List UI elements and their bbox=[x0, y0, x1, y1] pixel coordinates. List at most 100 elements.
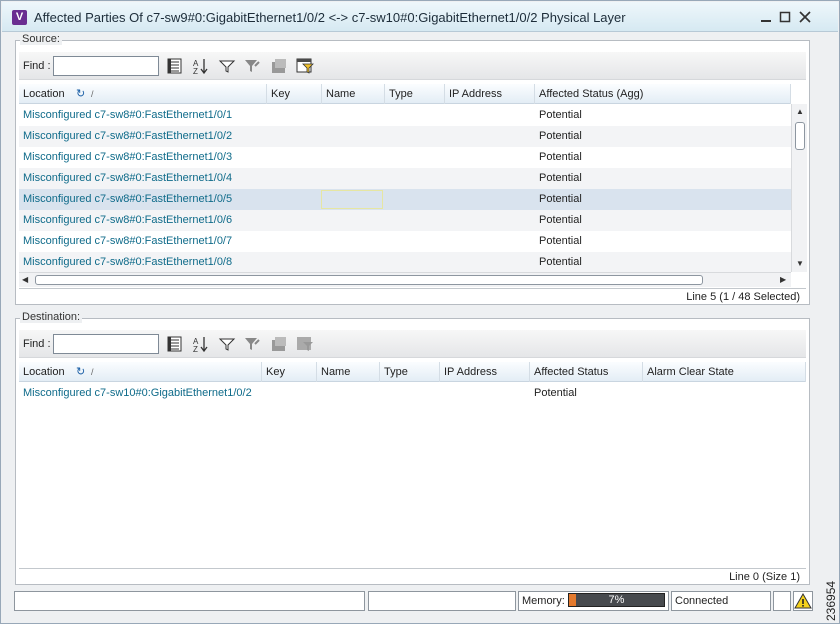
location-cell[interactable]: Misconfigured c7-sw8#0:FastEthernet1/0/2 bbox=[19, 126, 267, 147]
table-row[interactable]: Misconfigured c7-sw10#0:GigabitEthernet1… bbox=[19, 383, 806, 404]
key-cell bbox=[267, 210, 322, 231]
destination-col-name[interactable]: Name bbox=[317, 362, 380, 382]
export-icon[interactable] bbox=[270, 57, 288, 75]
export-icon[interactable] bbox=[270, 335, 288, 353]
sort-az-icon[interactable]: AZ bbox=[192, 335, 210, 353]
title-bar[interactable]: V Affected Parties Of c7-sw9#0:GigabitEt… bbox=[2, 2, 838, 32]
location-cell[interactable]: Misconfigured c7-sw10#0:GigabitEthernet1… bbox=[19, 383, 262, 404]
status-empty-field bbox=[773, 591, 791, 611]
table-row[interactable]: Misconfigured c7-sw8#0:FastEthernet1/0/2… bbox=[19, 126, 791, 147]
affected-status-cell: Potential bbox=[539, 214, 582, 226]
destination-table-header: Location ↻ / Key Name Type IP Address Af… bbox=[19, 362, 806, 382]
source-horizontal-scrollbar[interactable]: ◀ ▶ bbox=[19, 272, 791, 287]
source-find-input[interactable] bbox=[53, 56, 159, 76]
name-cell bbox=[322, 126, 385, 147]
ip-address-cell bbox=[440, 383, 530, 404]
sort-az-icon[interactable]: AZ bbox=[192, 57, 210, 75]
source-vscroll-thumb[interactable] bbox=[795, 122, 805, 150]
ip-address-cell bbox=[445, 231, 535, 252]
affected-status-cell: Potential bbox=[539, 109, 582, 121]
destination-panel: Destination: Find : AZ Location ↻ / Key … bbox=[15, 311, 810, 585]
location-cell[interactable]: Misconfigured c7-sw8#0:FastEthernet1/0/3 bbox=[19, 147, 267, 168]
destination-col-ip-address[interactable]: IP Address bbox=[440, 362, 530, 382]
type-cell bbox=[385, 168, 445, 189]
window-title: Affected Parties Of c7-sw9#0:GigabitEthe… bbox=[34, 10, 626, 25]
type-cell bbox=[385, 189, 445, 210]
memory-label: Memory: bbox=[522, 595, 565, 607]
ip-address-cell bbox=[445, 147, 535, 168]
location-cell[interactable]: Misconfigured c7-sw8#0:FastEthernet1/0/6 bbox=[19, 210, 267, 231]
location-cell[interactable]: Misconfigured c7-sw8#0:FastEthernet1/0/8 bbox=[19, 252, 267, 273]
status-info-field bbox=[368, 591, 516, 611]
affected-status-cell: Potential bbox=[539, 130, 582, 142]
scroll-left-icon[interactable]: ◀ bbox=[22, 275, 28, 285]
ip-address-cell bbox=[445, 105, 535, 126]
source-vertical-scrollbar[interactable]: ▲ ▼ bbox=[791, 104, 807, 272]
refresh-icon: ↻ bbox=[76, 366, 86, 378]
source-col-key[interactable]: Key bbox=[267, 84, 322, 104]
alarm-warning-button[interactable] bbox=[793, 591, 813, 611]
minimize-icon[interactable] bbox=[758, 9, 774, 25]
key-cell bbox=[267, 189, 322, 210]
table-row[interactable]: Misconfigured c7-sw8#0:FastEthernet1/0/7… bbox=[19, 231, 791, 252]
filter-icon[interactable] bbox=[218, 57, 236, 75]
key-cell bbox=[267, 168, 322, 189]
source-col-type[interactable]: Type bbox=[385, 84, 445, 104]
alarm-clear-state-cell bbox=[643, 383, 806, 404]
type-cell bbox=[385, 252, 445, 273]
clear-filter-icon[interactable] bbox=[243, 335, 261, 353]
table-row[interactable]: Misconfigured c7-sw8#0:FastEthernet1/0/1… bbox=[19, 105, 791, 126]
source-table-header: Location ↻ / Key Name Type IP Address Af… bbox=[19, 84, 791, 104]
destination-label: Destination: bbox=[20, 311, 83, 323]
source-col-affected-status-agg[interactable]: Affected Status (Agg) bbox=[535, 84, 791, 104]
destination-col-alarm-clear-state[interactable]: Alarm Clear State bbox=[643, 362, 806, 382]
source-col-location[interactable]: Location ↻ / bbox=[19, 84, 267, 104]
table-row[interactable]: Misconfigured c7-sw8#0:FastEthernet1/0/3… bbox=[19, 147, 791, 168]
affected-parties-window: V Affected Parties Of c7-sw9#0:GigabitEt… bbox=[0, 0, 840, 624]
clear-filter-icon[interactable] bbox=[243, 57, 261, 75]
table-row[interactable]: Misconfigured c7-sw8#0:FastEthernet1/0/4… bbox=[19, 168, 791, 189]
maximize-icon[interactable] bbox=[777, 9, 793, 25]
source-status-text: Line 5 (1 / 48 Selected) bbox=[686, 291, 800, 303]
filter-table-icon[interactable] bbox=[296, 57, 314, 75]
destination-col-affected-status[interactable]: Affected Status bbox=[530, 362, 643, 382]
source-toolbar: Find : AZ bbox=[19, 52, 806, 80]
table-properties-icon[interactable] bbox=[166, 57, 184, 75]
location-cell[interactable]: Misconfigured c7-sw8#0:FastEthernet1/0/5 bbox=[19, 189, 267, 210]
location-cell[interactable]: Misconfigured c7-sw8#0:FastEthernet1/0/7 bbox=[19, 231, 267, 252]
source-col-name[interactable]: Name bbox=[322, 84, 385, 104]
table-row[interactable]: Misconfigured c7-sw8#0:FastEthernet1/0/6… bbox=[19, 210, 791, 231]
destination-find-input[interactable] bbox=[53, 334, 159, 354]
name-cell bbox=[322, 231, 385, 252]
source-label: Source: bbox=[20, 33, 62, 45]
sort-indicator-icon: / bbox=[91, 367, 94, 377]
name-cell bbox=[322, 147, 385, 168]
location-cell[interactable]: Misconfigured c7-sw8#0:FastEthernet1/0/1 bbox=[19, 105, 267, 126]
location-cell[interactable]: Misconfigured c7-sw8#0:FastEthernet1/0/4 bbox=[19, 168, 267, 189]
refresh-icon: ↻ bbox=[76, 88, 86, 100]
ip-address-cell bbox=[445, 126, 535, 147]
table-row[interactable]: Misconfigured c7-sw8#0:FastEthernet1/0/5… bbox=[19, 189, 791, 210]
filter-icon[interactable] bbox=[218, 335, 236, 353]
key-cell bbox=[267, 231, 322, 252]
destination-col-key[interactable]: Key bbox=[262, 362, 317, 382]
affected-status-cell: Potential bbox=[539, 172, 582, 184]
table-properties-icon[interactable] bbox=[166, 335, 184, 353]
scroll-up-icon[interactable]: ▲ bbox=[796, 107, 804, 117]
source-col-ip-address[interactable]: IP Address bbox=[445, 84, 535, 104]
key-cell bbox=[262, 383, 317, 404]
destination-find-label: Find : bbox=[23, 338, 51, 350]
source-status-line: Line 5 (1 / 48 Selected) bbox=[19, 288, 806, 304]
scroll-down-icon[interactable]: ▼ bbox=[796, 259, 804, 269]
source-hscroll-thumb[interactable] bbox=[35, 275, 703, 285]
scroll-right-icon[interactable]: ▶ bbox=[780, 275, 786, 285]
memory-usage-bar: 7% bbox=[568, 593, 665, 607]
ip-address-cell bbox=[445, 252, 535, 273]
destination-col-type[interactable]: Type bbox=[380, 362, 440, 382]
memory-percent: 7% bbox=[608, 594, 625, 606]
close-icon[interactable] bbox=[797, 9, 813, 25]
destination-toolbar: Find : AZ bbox=[19, 330, 806, 358]
filter-table-icon[interactable] bbox=[296, 335, 314, 353]
destination-col-location[interactable]: Location ↻ / bbox=[19, 362, 262, 382]
table-row[interactable]: Misconfigured c7-sw8#0:FastEthernet1/0/8… bbox=[19, 252, 791, 273]
